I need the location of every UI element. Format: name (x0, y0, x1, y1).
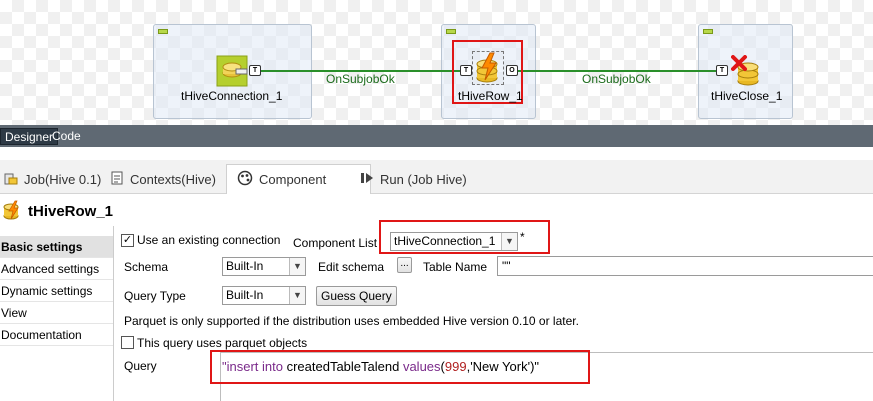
side-item-view[interactable]: View (0, 302, 113, 324)
component-title: tHiveRow_1 (28, 202, 114, 220)
component-label-hive-close[interactable]: tHiveClose_1 (711, 89, 782, 103)
component-list-label: Component List (293, 236, 378, 250)
trigger-port[interactable]: T (716, 65, 728, 76)
basic-settings-panel: ✓ Use an existing connection Component L… (113, 220, 873, 401)
chevron-down-icon[interactable]: ▼ (501, 233, 517, 250)
chevron-down-icon[interactable]: ▼ (289, 287, 305, 304)
subjob-collapse-tab[interactable] (158, 29, 168, 34)
use-existing-connection-label: Use an existing connection (137, 233, 281, 247)
query-text[interactable]: "insert into createdTableTalend values(9… (222, 359, 539, 374)
table-name-label: Table Name (423, 260, 488, 274)
tab-run-label: Run (Job Hive) (380, 171, 467, 187)
subjob-collapse-tab[interactable] (446, 29, 456, 34)
component-list-select[interactable]: tHiveConnection_1 ▼ (390, 232, 518, 251)
component-label-hive-row[interactable]: tHiveRow_1 (458, 89, 523, 103)
hive-row-icon[interactable] (472, 51, 504, 85)
parquet-note: Parquet is only supported if the distrib… (124, 314, 579, 328)
query-keyword: "insert into (222, 359, 287, 374)
view-tabs: Job(Hive 0.1) Contexts(Hive) Component R… (0, 160, 873, 194)
link-label-onsubjobok[interactable]: OnSubjobOk (582, 72, 651, 86)
hive-close-icon[interactable] (731, 55, 761, 87)
parquet-objects-checkbox[interactable] (121, 336, 134, 349)
component-icon (237, 170, 253, 189)
side-item-documentation[interactable]: Documentation (0, 324, 113, 346)
run-icon (360, 171, 374, 188)
schema-value: Built-In (226, 259, 264, 273)
tab-contexts-label: Contexts(Hive) (130, 171, 216, 187)
side-item-basic-settings[interactable]: Basic settings (0, 236, 113, 258)
hive-connection-icon[interactable] (216, 55, 248, 87)
component-label-hive-connection[interactable]: tHiveConnection_1 (181, 89, 282, 103)
tab-component[interactable]: Component (226, 164, 372, 194)
table-name-input[interactable]: "" (497, 256, 873, 276)
component-list-modified-marker: * (520, 230, 525, 244)
component-list-value: tHiveConnection_1 (394, 234, 496, 248)
query-type-value: Built-In (226, 288, 264, 302)
hive-row-icon (2, 200, 22, 223)
settings-side-nav: Basic settings Advanced settings Dynamic… (0, 236, 113, 346)
side-item-dynamic-settings[interactable]: Dynamic settings (0, 280, 113, 302)
query-table-name: createdTableTalend (286, 359, 403, 374)
query-label: Query (124, 359, 157, 373)
job-designer-canvas[interactable]: OnSubjobOk OnSubjobOk T tHiveConnection_… (0, 0, 873, 125)
job-icon (4, 171, 18, 188)
edit-schema-label: Edit schema (318, 260, 385, 274)
contexts-icon (110, 171, 124, 188)
subjob-collapse-tab[interactable] (703, 29, 713, 34)
trigger-port[interactable]: T (249, 65, 261, 76)
trigger-port[interactable]: T (460, 65, 472, 76)
tab-job[interactable]: Job(Hive 0.1) (4, 164, 101, 194)
side-item-advanced-settings[interactable]: Advanced settings (0, 258, 113, 280)
tab-run[interactable]: Run (Job Hive) (360, 164, 467, 194)
link-label-onsubjobok[interactable]: OnSubjobOk (326, 72, 395, 86)
guess-query-button[interactable]: Guess Query (316, 286, 397, 306)
component-header: tHiveRow_1 (2, 199, 113, 223)
query-number: 999 (444, 359, 467, 374)
schema-label: Schema (124, 260, 169, 274)
parquet-objects-label: This query uses parquet objects (137, 336, 308, 350)
query-keyword-values: values (402, 359, 441, 374)
tab-contexts[interactable]: Contexts(Hive) (110, 164, 216, 194)
use-existing-connection-checkbox[interactable]: ✓ (121, 234, 134, 247)
tab-job-label: Job(Hive 0.1) (24, 171, 102, 187)
output-port[interactable]: O (506, 65, 518, 76)
tab-component-label: Component (259, 172, 327, 187)
chevron-down-icon[interactable]: ▼ (289, 258, 305, 275)
schema-select[interactable]: Built-In ▼ (222, 257, 306, 276)
query-type-select[interactable]: Built-In ▼ (222, 286, 306, 305)
designer-code-bar: Designer Code (0, 125, 873, 147)
edit-schema-button[interactable]: ... (397, 257, 412, 273)
tab-code[interactable]: Code (48, 128, 85, 145)
query-type-label: Query Type (124, 289, 186, 303)
query-string-literal: ,'New York')" (466, 359, 540, 374)
